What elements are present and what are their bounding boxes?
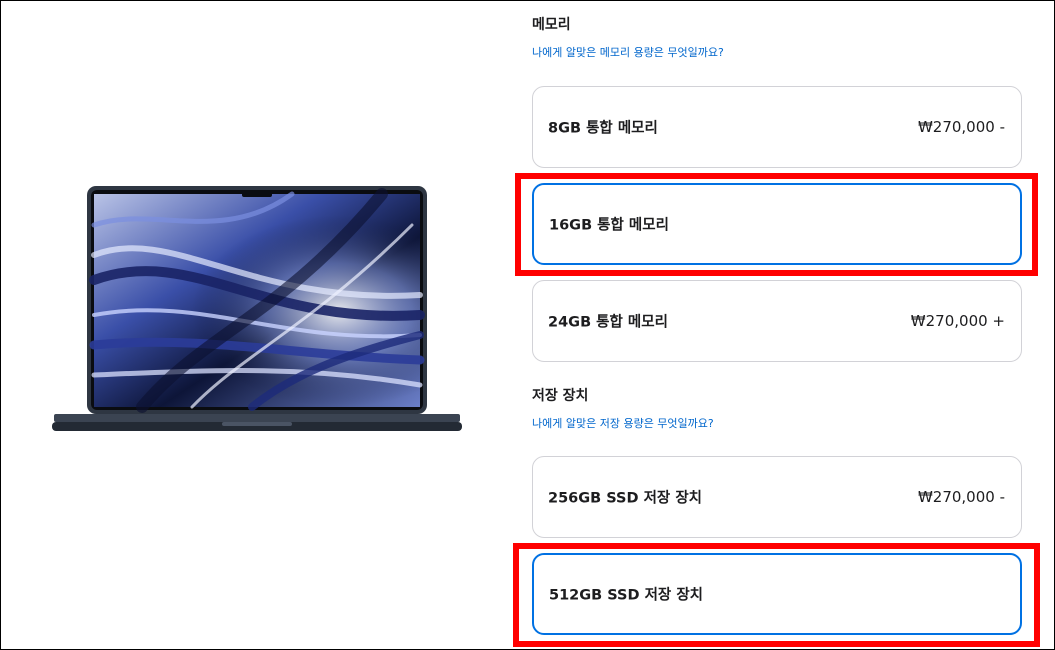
storage-help-link[interactable]: 나에게 알맞은 저장 용량은 무엇일까요?	[532, 415, 714, 431]
option-label: 24GB 통합 메모리	[548, 314, 668, 331]
option-price: ₩270,000 -	[917, 118, 1005, 136]
macbook-product-image	[52, 185, 462, 435]
option-price: ₩270,000 -	[917, 488, 1005, 506]
memory-help-link[interactable]: 나에게 알맞은 메모리 용량은 무엇일까요?	[532, 44, 724, 60]
memory-option-16gb[interactable]: 16GB 통합 메모리	[532, 183, 1022, 265]
option-price: ₩270,000 +	[910, 312, 1005, 330]
laptop-illustration	[52, 186, 462, 431]
memory-option-8gb[interactable]: 8GB 통합 메모리 ₩270,000 -	[532, 86, 1022, 168]
memory-option-24gb[interactable]: 24GB 통합 메모리 ₩270,000 +	[532, 280, 1022, 362]
storage-option-512gb[interactable]: 512GB SSD 저장 장치	[532, 553, 1022, 635]
option-label: 8GB 통합 메모리	[548, 120, 658, 137]
storage-option-256gb[interactable]: 256GB SSD 저장 장치 ₩270,000 -	[532, 456, 1022, 538]
option-label: 256GB SSD 저장 장치	[548, 490, 702, 507]
option-label: 16GB 통합 메모리	[549, 217, 669, 234]
storage-section-title: 저장 장치	[532, 388, 589, 404]
option-label: 512GB SSD 저장 장치	[549, 587, 703, 604]
memory-section-title: 메모리	[532, 17, 571, 33]
